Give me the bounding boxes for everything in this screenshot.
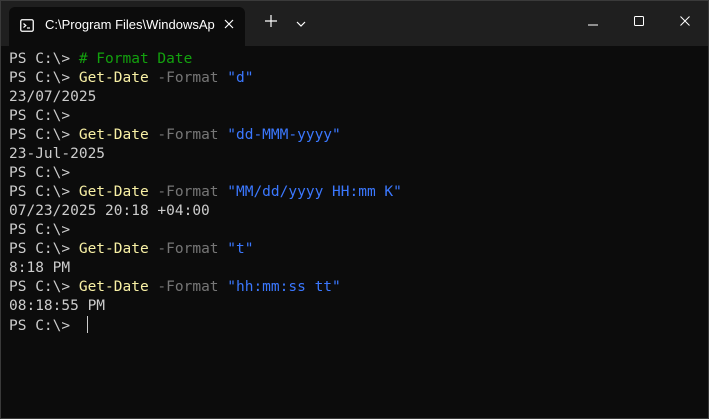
maximize-icon [634, 13, 644, 31]
prompt-text: PS C:\> [9, 184, 79, 200]
string-argument: "hh:mm:ss tt" [227, 279, 341, 295]
close-button[interactable] [662, 1, 708, 43]
prompt-text: PS C:\> [9, 127, 79, 143]
prompt-text: PS C:\> [9, 241, 79, 257]
title-bar: C:\Program Files\WindowsAp [1, 1, 708, 46]
terminal-line: 07/23/2025 20:18 +04:00 [9, 202, 699, 221]
close-icon [680, 13, 690, 31]
command-name: Get-Date [78, 241, 149, 257]
terminal-line: PS C:\> [9, 316, 699, 335]
new-tab-button[interactable] [257, 9, 285, 37]
string-argument: "dd-MMM-yyyy" [227, 127, 341, 143]
string-argument: "t" [227, 241, 254, 257]
terminal-line: PS C:\> # Format Date [9, 50, 699, 69]
minimize-icon [588, 13, 598, 31]
terminal-window: C:\Program Files\WindowsAp PS C:\> # For… [0, 0, 709, 419]
terminal-line: PS C:\> [9, 221, 699, 240]
prompt-text: PS C:\> [9, 318, 79, 334]
command-parameter: -Format [148, 70, 228, 86]
maximize-button[interactable] [616, 1, 662, 43]
command-name: Get-Date [78, 127, 149, 143]
command-output: 23-Jul-2025 [9, 146, 106, 162]
chevron-down-icon [296, 14, 306, 32]
terminal-output[interactable]: PS C:\> # Format Date PS C:\> Get-Date -F… [9, 50, 699, 410]
tab-dropdown-button[interactable] [287, 9, 315, 37]
terminal-line: 23/07/2025 [9, 88, 699, 107]
minimize-button[interactable] [570, 1, 616, 43]
comment-text: # Format Date [78, 51, 193, 67]
terminal-line: PS C:\> Get-Date -Format "t" [9, 240, 699, 259]
plus-icon [265, 14, 277, 32]
prompt-text: PS C:\> [9, 279, 79, 295]
terminal-line: PS C:\> Get-Date -Format "dd-MMM-yyyy" [9, 126, 699, 145]
terminal-line: PS C:\> [9, 164, 699, 183]
prompt-text: PS C:\> [9, 51, 79, 67]
command-output: 8:18 PM [9, 260, 71, 276]
prompt-text: PS C:\> [9, 70, 79, 86]
terminal-line: PS C:\> Get-Date -Format "MM/dd/yyyy HH:… [9, 183, 699, 202]
terminal-line: 8:18 PM [9, 259, 699, 278]
command-output: 23/07/2025 [9, 89, 97, 105]
command-parameter: -Format [148, 241, 228, 257]
terminal-line: PS C:\> Get-Date -Format "hh:mm:ss tt" [9, 278, 699, 297]
prompt-text: PS C:\> [9, 108, 79, 124]
tab-powershell[interactable]: C:\Program Files\WindowsAp [9, 7, 245, 46]
command-name: Get-Date [78, 279, 149, 295]
terminal-icon [20, 19, 34, 32]
command-parameter: -Format [148, 279, 228, 295]
prompt-text: PS C:\> [9, 222, 79, 238]
command-output: 07/23/2025 20:18 +04:00 [9, 203, 210, 219]
string-argument: "d" [227, 70, 254, 86]
terminal-line: PS C:\> [9, 107, 699, 126]
prompt-text: PS C:\> [9, 165, 79, 181]
tab-title: C:\Program Files\WindowsAp [45, 17, 215, 32]
terminal-line: 08:18:55 PM [9, 297, 699, 316]
command-output: 08:18:55 PM [9, 298, 106, 314]
text-cursor [86, 316, 88, 333]
terminal-line: PS C:\> Get-Date -Format "d" [9, 69, 699, 88]
terminal-line: 23-Jul-2025 [9, 145, 699, 164]
command-parameter: -Format [148, 184, 228, 200]
command-parameter: -Format [148, 127, 228, 143]
command-name: Get-Date [78, 184, 149, 200]
tab-close-icon[interactable] [221, 16, 237, 32]
command-name: Get-Date [78, 70, 149, 86]
string-argument: "MM/dd/yyyy HH:mm K" [227, 184, 402, 200]
